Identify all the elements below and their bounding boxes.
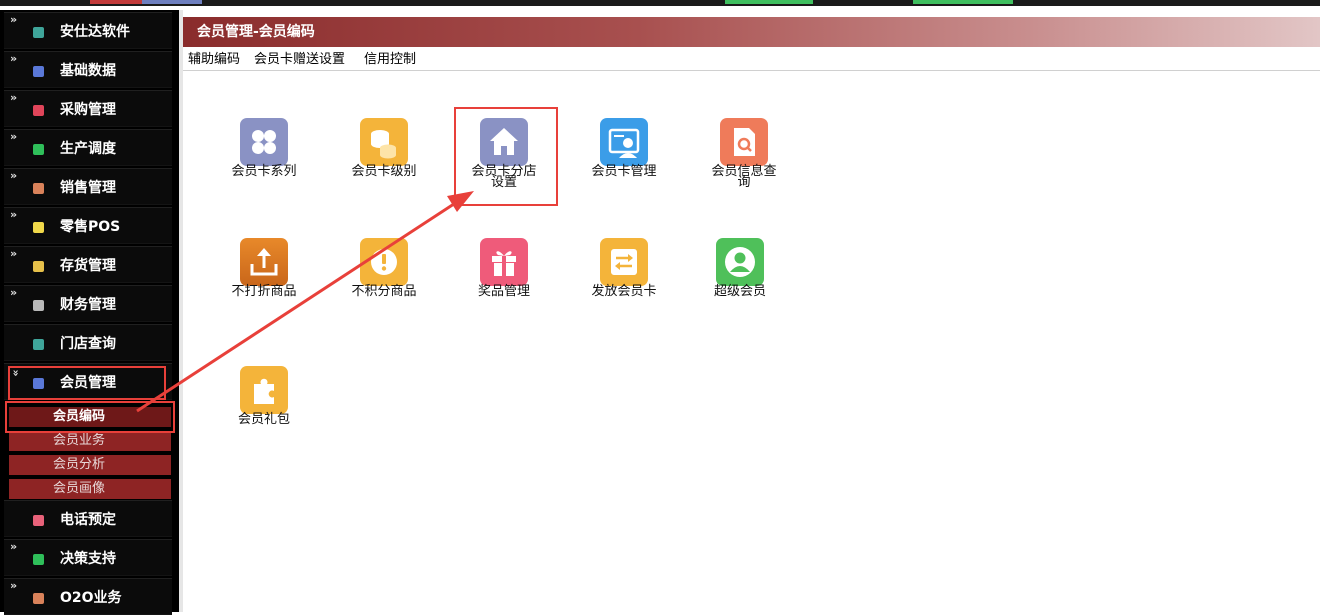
annotation-arrow: [136, 191, 474, 413]
